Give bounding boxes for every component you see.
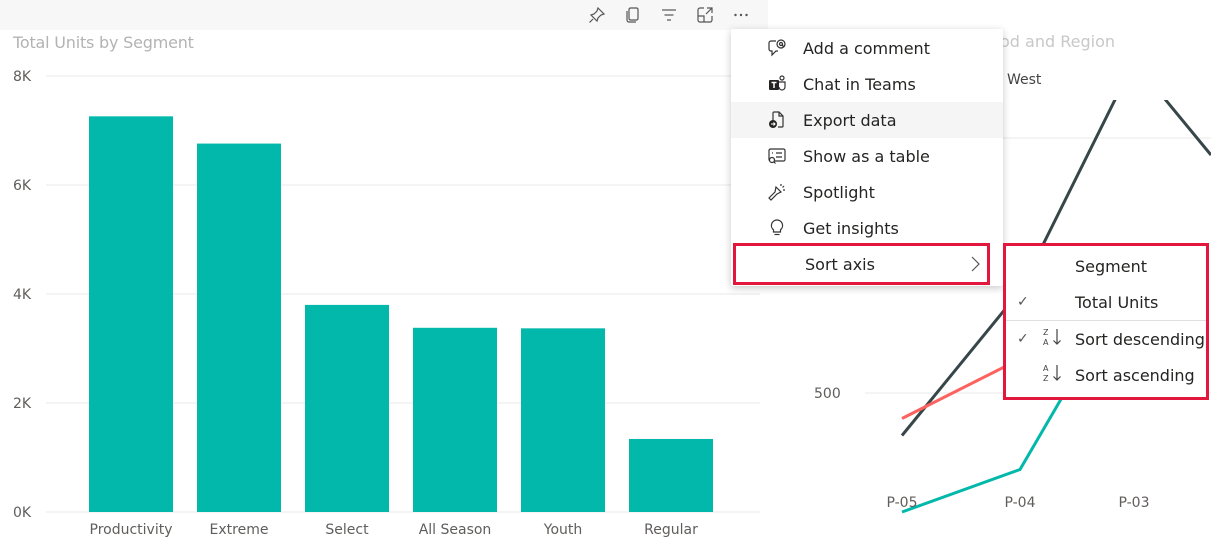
more-options-icon[interactable] xyxy=(730,4,752,26)
x-category-label: Youth xyxy=(543,522,583,538)
y-tick-label: 500 xyxy=(814,386,841,402)
context-menu: Add a comment Chat in Teams Export data … xyxy=(731,29,1003,286)
check-icon: ✓ xyxy=(1017,294,1029,310)
teams-icon xyxy=(766,73,788,95)
visual-header xyxy=(0,0,768,30)
x-category-label: P-04 xyxy=(1004,495,1035,511)
comment-icon xyxy=(766,37,788,59)
bar-chart: 0K 2K 4K 6K 8K Productivity Extreme Select All S… xyxy=(13,69,760,538)
menu-item-chat-in-teams[interactable]: Chat in Teams xyxy=(731,66,1003,102)
x-category-label: Productivity xyxy=(90,522,173,538)
sort-ascending-icon: AZ xyxy=(1042,362,1066,388)
bar-chart-title: Total Units by Segment xyxy=(13,33,194,52)
menu-item-label: Spotlight xyxy=(803,182,875,202)
x-category-label: Regular xyxy=(644,522,698,538)
submenu-item-sort-descending[interactable]: ✓ ZA Sort descending xyxy=(1006,321,1206,357)
menu-item-sort-axis[interactable]: Sort axis xyxy=(733,243,990,285)
copy-visual-icon[interactable] xyxy=(622,4,644,26)
menu-item-label: Show as a table xyxy=(803,146,930,166)
x-category-label: Extreme xyxy=(210,522,269,538)
submenu-item-label: Sort ascending xyxy=(1075,365,1195,385)
menu-item-export-data[interactable]: Export data xyxy=(731,102,1003,138)
y-tick-label: 8K xyxy=(13,69,32,85)
check-icon: ✓ xyxy=(1017,331,1029,347)
y-tick-label: 4K xyxy=(13,287,32,303)
menu-item-spotlight[interactable]: Spotlight xyxy=(731,174,1003,210)
x-category-label: Select xyxy=(325,522,369,538)
filter-icon[interactable] xyxy=(658,4,680,26)
x-category-label: P-03 xyxy=(1118,495,1149,511)
export-icon xyxy=(766,109,788,131)
menu-item-add-comment[interactable]: Add a comment xyxy=(731,30,1003,66)
lightbulb-icon xyxy=(766,217,788,239)
bar-select[interactable] xyxy=(305,304,389,512)
menu-item-show-as-table[interactable]: Show as a table xyxy=(731,138,1003,174)
menu-item-label: Add a comment xyxy=(803,38,930,58)
bar-extreme[interactable] xyxy=(197,143,281,512)
submenu-item-total-units[interactable]: ✓ Total Units xyxy=(1006,284,1206,320)
menu-item-label: Chat in Teams xyxy=(803,74,916,94)
menu-item-get-insights[interactable]: Get insights xyxy=(731,210,1003,246)
table-icon xyxy=(766,145,788,167)
submenu-item-label: Total Units xyxy=(1075,292,1159,312)
bar-youth[interactable] xyxy=(521,328,605,512)
y-tick-label: 6K xyxy=(13,178,32,194)
menu-item-label: Sort axis xyxy=(805,254,875,274)
legend-label: West xyxy=(1007,72,1042,88)
submenu-item-label: Sort descending xyxy=(1075,329,1205,349)
x-category-label: All Season xyxy=(419,522,492,538)
svg-text:A: A xyxy=(1043,338,1049,347)
svg-text:Z: Z xyxy=(1043,328,1049,337)
menu-item-label: Get insights xyxy=(803,218,899,238)
submenu-item-sort-ascending[interactable]: AZ Sort ascending xyxy=(1006,357,1206,393)
svg-text:Z: Z xyxy=(1043,374,1049,383)
svg-text:A: A xyxy=(1043,364,1049,373)
y-tick-label: 2K xyxy=(13,396,32,412)
spotlight-icon xyxy=(766,181,788,203)
y-tick-label: 0K xyxy=(13,505,32,521)
submenu-item-segment[interactable]: Segment xyxy=(1006,248,1206,284)
submenu-item-label: Segment xyxy=(1075,256,1147,276)
sort-descending-icon: ZA xyxy=(1042,326,1066,352)
pin-icon[interactable] xyxy=(586,4,608,26)
menu-item-label: Export data xyxy=(803,110,897,130)
sort-axis-submenu: Segment ✓ Total Units ✓ ZA Sort descendi… xyxy=(1003,243,1209,400)
bar-regular[interactable] xyxy=(629,438,713,512)
line-chart-title: od and Region xyxy=(1000,32,1115,51)
x-category-label: P-05 xyxy=(886,495,917,511)
bar-all-season[interactable] xyxy=(413,327,497,512)
focus-mode-icon[interactable] xyxy=(694,4,716,26)
bar-productivity[interactable] xyxy=(89,116,173,512)
chevron-right-icon xyxy=(968,254,982,278)
